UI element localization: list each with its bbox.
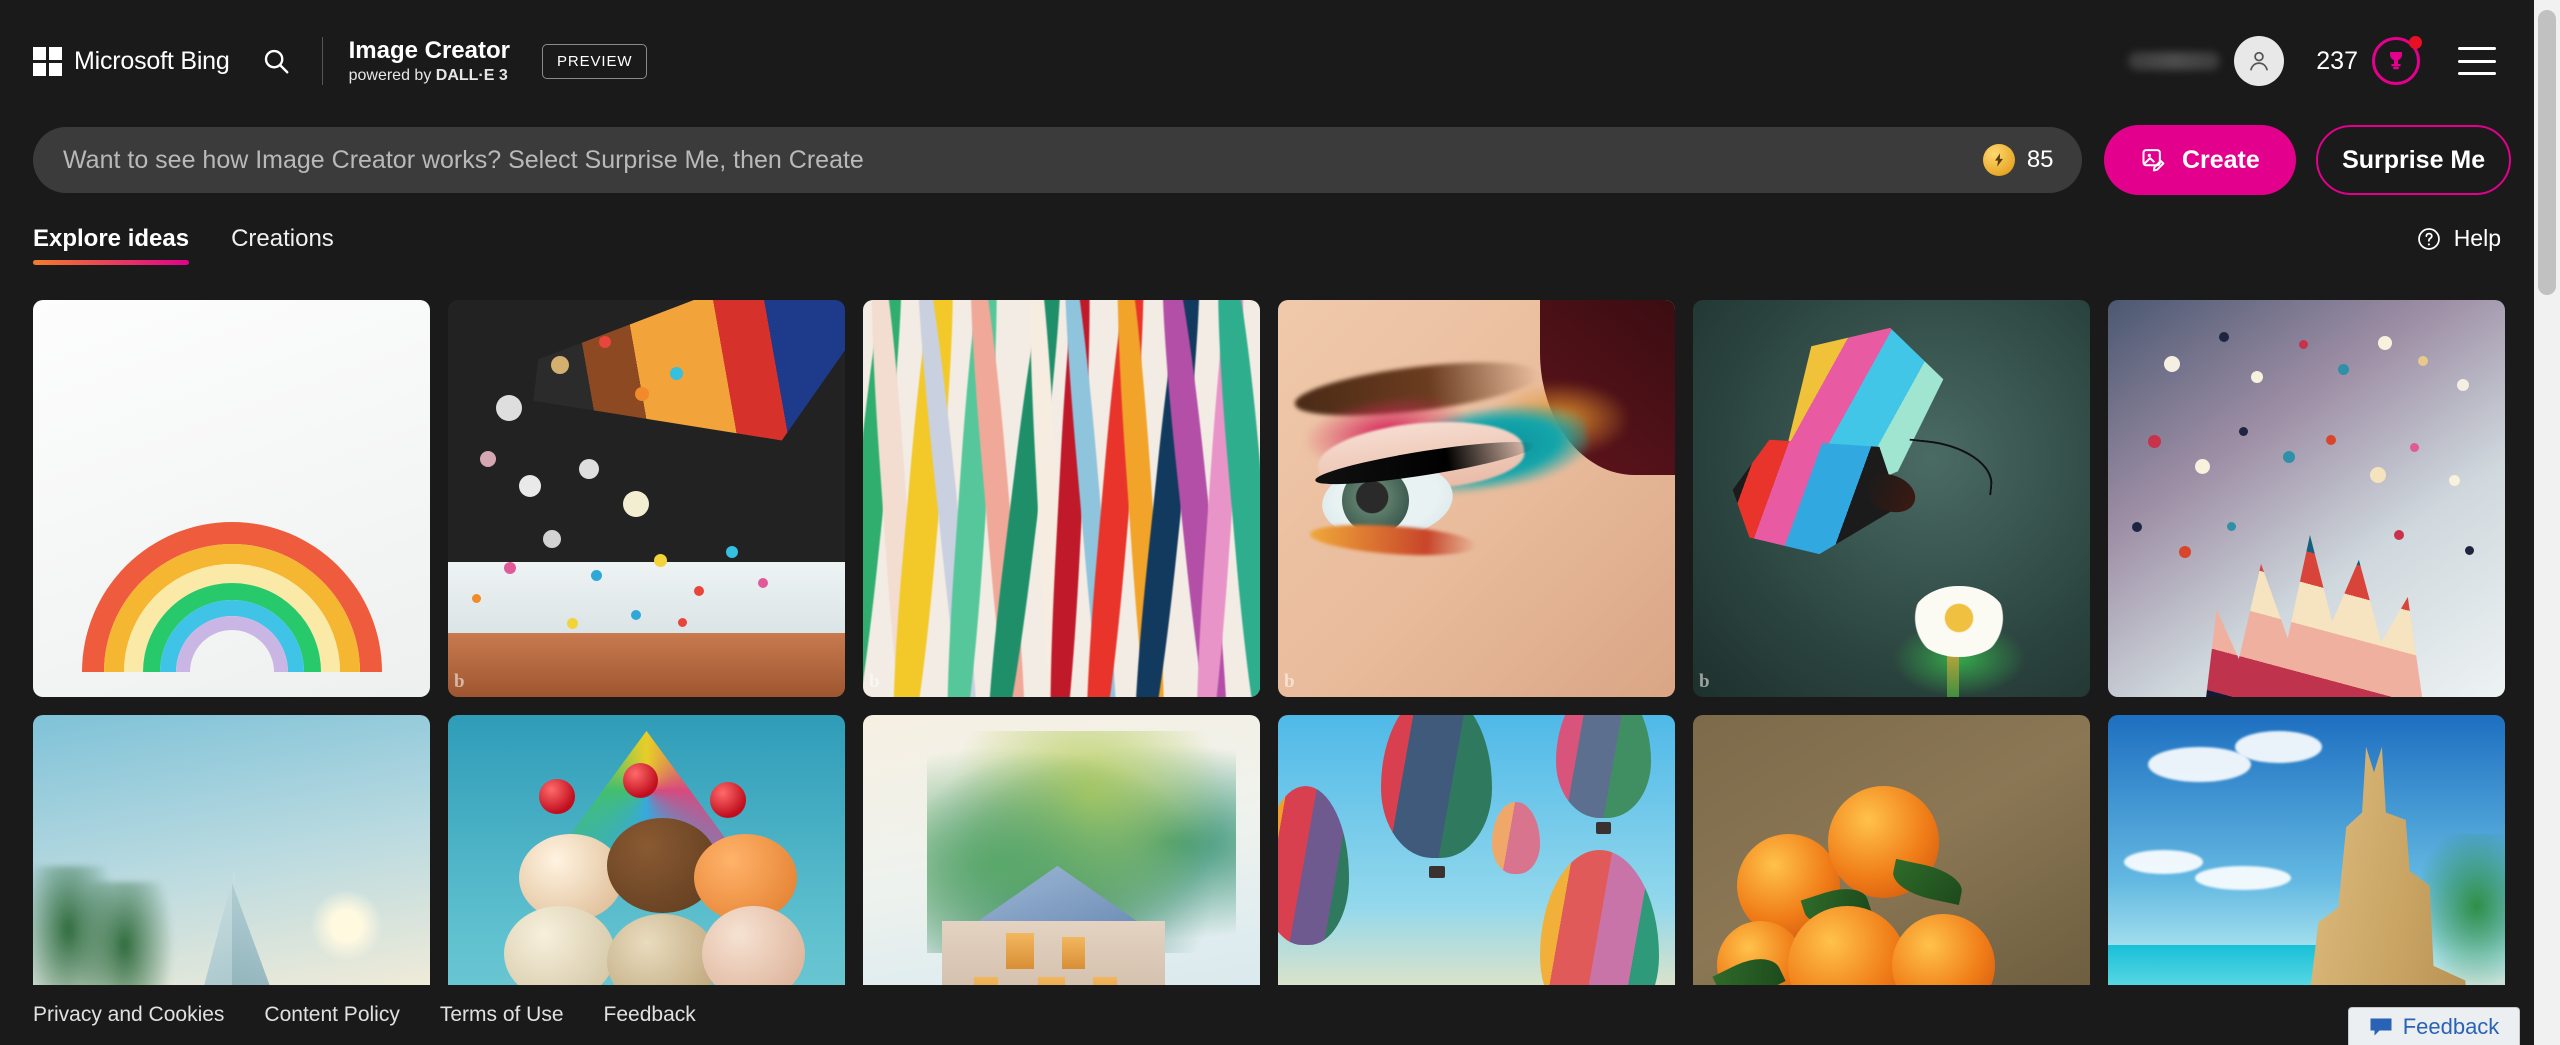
speech-bubble-icon <box>2370 1018 2392 1035</box>
vertical-scrollbar[interactable] <box>2534 0 2560 1045</box>
gallery-tile[interactable]: b <box>1278 300 1675 697</box>
tab-explore-ideas[interactable]: Explore ideas <box>33 225 190 265</box>
create-button[interactable]: Create <box>2103 125 2297 195</box>
tile-art-rainbow <box>33 300 430 697</box>
search-icon[interactable] <box>248 33 304 89</box>
rewards-count: 237 <box>2316 46 2358 75</box>
explore-ideas-grid: b b b b <box>33 300 2511 1045</box>
app-subtitle-prefix: powered by <box>348 66 436 84</box>
boost-count: 85 <box>2026 146 2054 173</box>
gallery-tile[interactable]: b <box>863 300 1260 697</box>
footer-link-privacy[interactable]: Privacy and Cookies <box>33 1003 224 1027</box>
rewards-trophy-icon[interactable] <box>2372 36 2422 85</box>
app-header: Microsoft Bing Image Creator powered by … <box>0 0 2534 122</box>
boost-credits-chip[interactable]: 85 <box>1982 144 2054 176</box>
tabs-row: Explore ideas Creations Help <box>33 225 2511 283</box>
tile-art-paint-splash <box>2108 300 2505 697</box>
tab-explore-ideas-label: Explore ideas <box>33 225 190 252</box>
preview-badge: PREVIEW <box>541 43 648 79</box>
gallery-tile[interactable] <box>2108 300 2505 697</box>
tile-art-pencil-glitter <box>448 300 845 697</box>
header-right-cluster: 237 <box>2128 36 2496 86</box>
page-title: Image Creator <box>348 37 510 65</box>
bing-brand[interactable]: Microsoft Bing <box>33 46 230 76</box>
create-button-label: Create <box>2181 145 2260 174</box>
help-link[interactable]: Help <box>2416 225 2501 252</box>
feedback-widget-button[interactable]: Feedback <box>2348 1007 2520 1045</box>
notification-dot <box>2409 36 2422 49</box>
bing-watermark: b <box>1284 671 1295 692</box>
tab-creations-label: Creations <box>231 225 334 252</box>
app-subtitle: powered by DALL·E 3 <box>349 67 510 85</box>
question-circle-icon <box>2417 227 2440 250</box>
footer: Privacy and Cookies Content Policy Terms… <box>0 985 2534 1045</box>
brand-label: Microsoft Bing <box>74 46 230 75</box>
surprise-me-button[interactable]: Surprise Me <box>2316 125 2511 195</box>
avatar[interactable] <box>2234 36 2285 86</box>
prompt-input[interactable] <box>33 145 1983 175</box>
app-subtitle-model: DALL·E 3 <box>435 66 508 84</box>
gallery-tile[interactable]: b <box>1693 300 2090 697</box>
header-divider <box>321 37 323 85</box>
gallery-tile[interactable] <box>33 300 430 697</box>
prompt-input-wrapper: 85 <box>33 127 2082 193</box>
tile-art-butterfly <box>1693 300 2090 697</box>
app-title-block: Image Creator powered by DALL·E 3 <box>349 37 510 85</box>
footer-link-terms[interactable]: Terms of Use <box>440 1003 564 1027</box>
bing-watermark: b <box>454 671 465 692</box>
hamburger-menu-icon[interactable] <box>2458 47 2496 75</box>
help-label: Help <box>2453 225 2501 251</box>
surprise-me-label: Surprise Me <box>2342 145 2486 174</box>
user-name-blurred <box>2128 52 2221 70</box>
microsoft-logo-icon <box>33 46 62 76</box>
boost-coin-icon <box>1982 144 2015 176</box>
tab-creations[interactable]: Creations <box>231 225 334 265</box>
bing-watermark: b <box>869 671 880 692</box>
feedback-widget-label: Feedback <box>2402 1013 2500 1039</box>
bing-watermark: b <box>1699 671 1710 692</box>
tile-art-eye-makeup <box>1278 300 1675 697</box>
tile-art-ribbons <box>863 300 1260 697</box>
prompt-row: 85 Create Surprise Me <box>33 122 2511 198</box>
footer-link-feedback[interactable]: Feedback <box>604 1003 696 1027</box>
image-creator-page: Microsoft Bing Image Creator powered by … <box>0 0 2560 1045</box>
scrollbar-thumb[interactable] <box>2538 10 2556 295</box>
gallery-tile[interactable]: b <box>448 300 845 697</box>
image-pencil-icon <box>2142 149 2165 172</box>
footer-link-content-policy[interactable]: Content Policy <box>264 1003 399 1027</box>
